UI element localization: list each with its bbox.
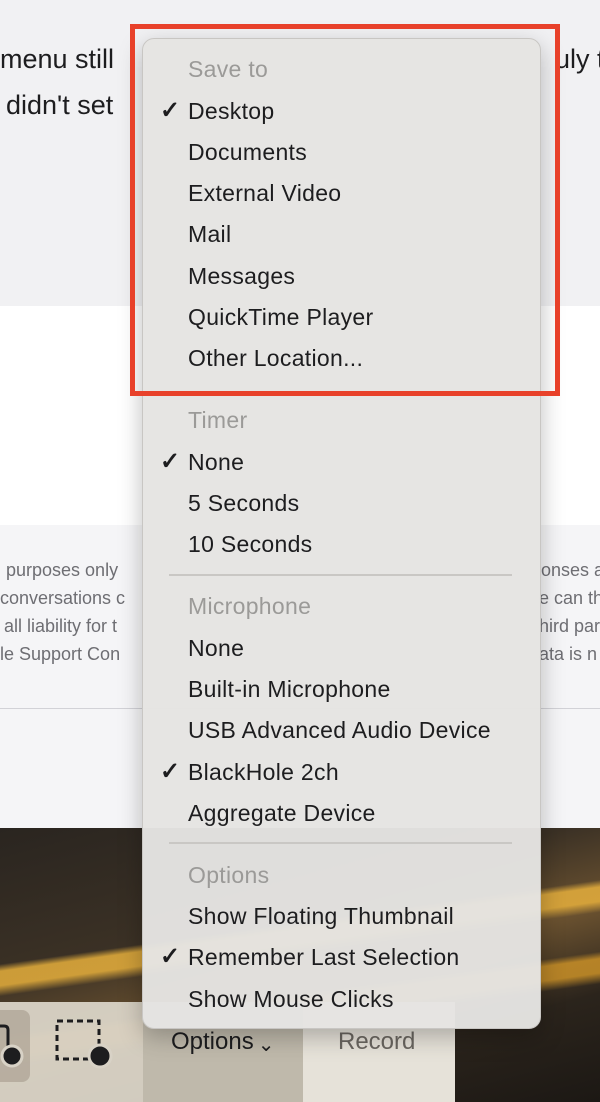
- disclaimer-text: all liability for t: [4, 616, 118, 636]
- menu-separator: [169, 574, 512, 576]
- menu-item-desktop[interactable]: Desktop: [188, 96, 274, 126]
- checkmark-icon: ✓: [160, 448, 181, 475]
- menu-header-microphone: Microphone: [188, 593, 312, 619]
- options-button-label[interactable]: Options ⌄: [171, 1028, 274, 1057]
- menu-item-10-seconds[interactable]: 10 Seconds: [188, 529, 312, 559]
- checkmark-icon: ✓: [160, 943, 181, 970]
- menu-item-external-video[interactable]: External Video: [188, 178, 341, 208]
- chevron-down-icon: ⌄: [257, 1034, 275, 1056]
- disclaimer-text: conversations c: [0, 588, 126, 608]
- menu-item-mail[interactable]: Mail: [188, 219, 231, 249]
- menu-item-blackhole-2ch[interactable]: BlackHole 2ch: [188, 757, 339, 787]
- record-selected-portion-icon[interactable]: [54, 1018, 116, 1070]
- menu-item-microphone-none[interactable]: None: [188, 633, 244, 663]
- disclaimer-text: e can th: [539, 588, 600, 608]
- menu-item-show-floating-thumbnail[interactable]: Show Floating Thumbnail: [188, 901, 454, 931]
- disclaimer-text: purposes only: [6, 560, 119, 580]
- disclaimer-text: ata is n: [539, 644, 598, 664]
- disclaimer-text: onses a: [541, 560, 600, 580]
- menu-item-timer-none[interactable]: None: [188, 447, 244, 477]
- bg-text-line2: didn't set: [6, 90, 114, 120]
- menu-item-documents[interactable]: Documents: [188, 137, 307, 167]
- menu-item-other-location[interactable]: Other Location...: [188, 343, 363, 373]
- record-button-label[interactable]: Record: [338, 1028, 415, 1056]
- record-window-icon: [0, 1024, 24, 1068]
- menu-item-built-in-microphone[interactable]: Built-in Microphone: [188, 674, 391, 704]
- menu-item-quicktime-player[interactable]: QuickTime Player: [188, 302, 373, 332]
- checkmark-icon: ✓: [160, 97, 181, 124]
- bg-text-line1-right: uly t: [555, 44, 600, 74]
- disclaimer-text: hird par: [539, 616, 600, 636]
- menu-separator: [169, 842, 512, 844]
- menu-item-usb-audio-device[interactable]: USB Advanced Audio Device: [188, 715, 491, 745]
- menu-item-remember-last-selection[interactable]: Remember Last Selection: [188, 942, 460, 972]
- checkmark-icon: ✓: [160, 758, 181, 785]
- menu-item-5-seconds[interactable]: 5 Seconds: [188, 488, 299, 518]
- bg-text-line1: menu still: [0, 44, 115, 74]
- menu-item-aggregate-device[interactable]: Aggregate Device: [188, 798, 376, 828]
- menu-header-timer: Timer: [188, 407, 248, 433]
- menu-header-options: Options: [188, 862, 270, 888]
- menu-item-show-mouse-clicks[interactable]: Show Mouse Clicks: [188, 984, 394, 1014]
- disclaimer-text: le Support Con: [0, 644, 121, 664]
- menu-header-save-to: Save to: [188, 56, 269, 82]
- menu-item-messages[interactable]: Messages: [188, 261, 295, 291]
